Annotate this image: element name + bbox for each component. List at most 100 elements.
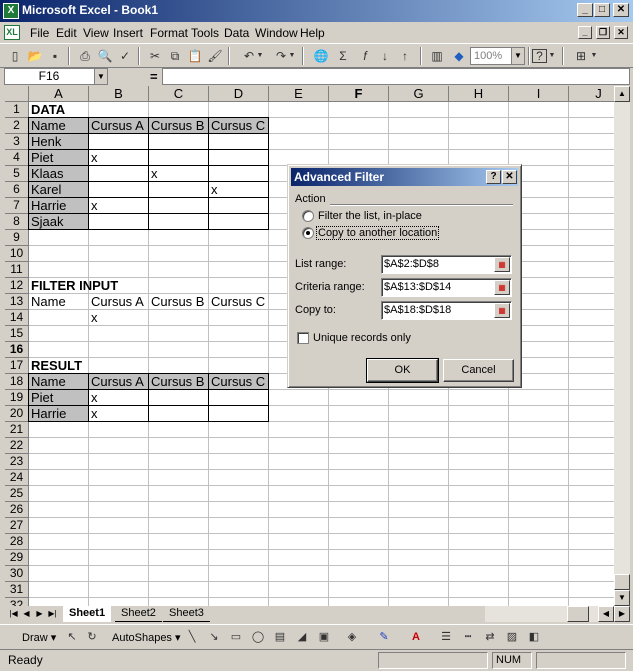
row-header-17[interactable]: 17 [5,358,29,374]
sort-ascending-icon[interactable]: ↓ [376,48,394,64]
column-header-i[interactable]: I [509,86,569,102]
cell-c18[interactable]: Cursus B [148,373,209,390]
workbook-restore-button[interactable]: ❐ [596,26,610,39]
name-box[interactable]: F16 ▼ [4,68,108,85]
cell-a19[interactable]: Piet [28,389,89,406]
help-dropdown-icon[interactable]: ▼ [548,48,556,64]
spelling-icon[interactable]: ✓ [116,48,134,64]
row-header-32[interactable]: 32 [5,598,29,606]
menu-view[interactable]: View [83,26,109,40]
collapse-dialog-icon[interactable]: ▦ [494,280,510,295]
column-header-c[interactable]: C [149,86,209,102]
row-header-16[interactable]: 16 [5,342,29,358]
wordart-icon[interactable]: ◢ [294,630,310,645]
column-header-j[interactable]: J [569,86,614,102]
row-header-6[interactable]: 6 [5,182,29,198]
select-objects-icon[interactable]: ↖ [64,630,80,645]
workbook-icon[interactable]: XL [4,25,20,40]
autosum-icon[interactable]: Σ [334,48,352,64]
format-painter-icon[interactable]: 🖌 [206,48,224,64]
column-header-h[interactable]: H [449,86,509,102]
cell-d18[interactable]: Cursus C [208,373,269,390]
row-header-19[interactable]: 19 [5,390,29,406]
formula-input[interactable] [162,68,630,85]
cell-a8[interactable]: Sjaak [28,213,89,230]
cell-c20[interactable] [148,405,209,422]
open-icon[interactable]: 📂 [26,48,44,64]
new-icon[interactable]: ▯ [6,48,24,64]
cell-c13[interactable]: Cursus B [149,294,209,310]
cell-b7[interactable]: x [88,197,149,214]
row-header-7[interactable]: 7 [5,198,29,214]
dialog-help-button[interactable]: ? [486,170,501,184]
arrow-style-icon[interactable]: ⇄ [482,630,498,645]
row-header-23[interactable]: 23 [5,454,29,470]
last-sheet-icon[interactable]: ▶| [46,607,59,621]
collapse-dialog-icon[interactable]: ▦ [494,303,510,318]
chevron-down-icon[interactable]: ▼ [511,48,524,64]
cell-a6[interactable]: Karel [28,181,89,198]
cell-a17[interactable]: RESULT [29,358,89,374]
menu-data[interactable]: Data [224,26,249,40]
row-header-8[interactable]: 8 [5,214,29,230]
help-icon[interactable]: ? [532,49,547,63]
cell-d19[interactable] [208,389,269,406]
close-button[interactable]: ✕ [613,3,629,17]
zoom-select[interactable]: 100% ▼ [470,47,525,65]
unique-records-label[interactable]: Unique records only [313,332,411,344]
cell-d13[interactable]: Cursus C [209,294,269,310]
free-rotate-icon[interactable]: ↻ [84,630,100,645]
column-header-a[interactable]: A [29,86,89,102]
column-header-g[interactable]: G [389,86,449,102]
row-header-25[interactable]: 25 [5,486,29,502]
cell-c7[interactable] [148,197,209,214]
tab-sheet2[interactable]: Sheet2 [115,606,162,622]
cell-c5[interactable]: x [148,165,209,182]
copy-to-location-label[interactable]: Copy to another location [315,226,440,240]
print-preview-icon[interactable]: 🔍 [96,48,114,64]
line-style-icon[interactable]: ☰ [438,630,454,645]
cell-b6[interactable] [88,181,149,198]
clip-art-icon[interactable]: ▣ [316,630,332,645]
cell-b5[interactable] [88,165,149,182]
row-header-31[interactable]: 31 [5,582,29,598]
paste-icon[interactable]: 📋 [186,48,204,64]
cell-b20[interactable]: x [88,405,149,422]
workbook-close-button[interactable]: ✕ [614,26,628,39]
next-sheet-icon[interactable]: ▶ [33,607,46,621]
hyperlink-icon[interactable]: 🌐 [312,48,330,64]
excel-app-icon[interactable]: X [3,3,19,19]
cell-c2[interactable]: Cursus B [148,117,209,134]
row-header-14[interactable]: 14 [5,310,29,326]
scroll-right-icon[interactable]: ▶ [614,606,630,622]
redo-dropdown-icon[interactable]: ▼ [288,48,296,64]
chevron-down-icon[interactable]: ▼ [94,69,107,84]
borders-icon[interactable]: ⊞ [572,48,590,64]
rectangle-icon[interactable]: ▭ [228,630,244,645]
copy-to-location-radio[interactable] [302,227,314,239]
row-header-28[interactable]: 28 [5,534,29,550]
cell-c4[interactable] [148,149,209,166]
undo-dropdown-icon[interactable]: ▼ [256,48,264,64]
cell-b14[interactable]: x [89,310,149,326]
menu-file[interactable]: File [30,26,49,40]
column-header-f[interactable]: F [329,86,389,102]
workbook-minimize-button[interactable]: _ [578,26,592,39]
filter-in-place-radio[interactable] [302,210,314,222]
function-icon[interactable]: f [356,48,374,64]
scroll-left-icon[interactable]: ◀ [598,606,614,622]
prev-sheet-icon[interactable]: ◀ [20,607,33,621]
3d-icon[interactable]: ◧ [526,630,542,645]
cell-a20[interactable]: Harrie [28,405,89,422]
cell-a2[interactable]: Name [28,117,89,134]
scroll-thumb[interactable] [614,574,630,590]
chart-wizard-icon[interactable]: ▥ [428,48,446,64]
copy-icon[interactable]: ⧉ [166,48,184,64]
row-header-21[interactable]: 21 [5,422,29,438]
row-header-30[interactable]: 30 [5,566,29,582]
cell-b3[interactable] [88,133,149,150]
row-header-1[interactable]: 1 [5,102,29,118]
collapse-dialog-icon[interactable]: ▦ [494,257,510,272]
menu-edit[interactable]: Edit [56,26,77,40]
row-header-2[interactable]: 2 [5,118,29,134]
